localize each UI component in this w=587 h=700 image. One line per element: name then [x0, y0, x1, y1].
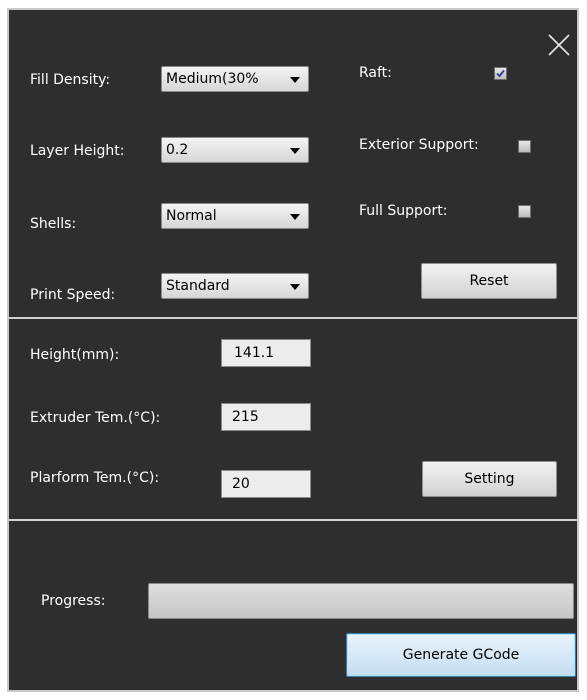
print-speed-value: Standard: [166, 278, 230, 294]
height-field[interactable]: 141.1: [221, 339, 311, 367]
check-icon: [496, 69, 505, 78]
print-speed-label: Print Speed:: [30, 287, 116, 303]
full-support-label: Full Support:: [359, 203, 448, 219]
extruder-temp-field[interactable]: 215: [221, 403, 311, 431]
layer-height-label: Layer Height:: [30, 143, 125, 159]
print-settings-panel: Fill Density: Medium(30% Layer Height: 0…: [7, 8, 579, 692]
close-icon[interactable]: [547, 33, 571, 57]
full-support-checkbox[interactable]: [518, 205, 531, 218]
height-label: Height(mm):: [30, 347, 120, 363]
shells-value: Normal: [166, 208, 217, 224]
layer-height-select[interactable]: 0.2: [161, 137, 309, 163]
section-divider: [9, 519, 577, 521]
progress-bar: [148, 583, 574, 619]
fill-density-select[interactable]: Medium(30%: [161, 66, 309, 92]
exterior-support-checkbox[interactable]: [518, 140, 531, 153]
reset-button[interactable]: Reset: [421, 263, 557, 299]
shells-select[interactable]: Normal: [161, 203, 309, 229]
chevron-down-icon: [290, 77, 300, 83]
shells-label: Shells:: [30, 216, 77, 232]
chevron-down-icon: [290, 148, 300, 154]
platform-temp-label: Plarform Tem.(°C):: [30, 470, 160, 486]
fill-density-label: Fill Density:: [30, 72, 111, 88]
section-divider: [9, 317, 577, 319]
raft-label: Raft:: [359, 65, 392, 81]
setting-button[interactable]: Setting: [422, 461, 557, 497]
chevron-down-icon: [290, 214, 300, 220]
progress-label: Progress:: [41, 593, 106, 609]
platform-temp-field[interactable]: 20: [221, 470, 311, 498]
print-speed-select[interactable]: Standard: [161, 273, 309, 299]
layer-height-value: 0.2: [166, 142, 189, 158]
chevron-down-icon: [290, 284, 300, 290]
exterior-support-label: Exterior Support:: [359, 137, 479, 153]
extruder-temp-label: Extruder Tem.(°C):: [30, 410, 161, 426]
raft-checkbox[interactable]: [494, 67, 507, 80]
generate-gcode-button[interactable]: Generate GCode: [346, 633, 576, 677]
fill-density-value: Medium(30%: [166, 71, 259, 87]
